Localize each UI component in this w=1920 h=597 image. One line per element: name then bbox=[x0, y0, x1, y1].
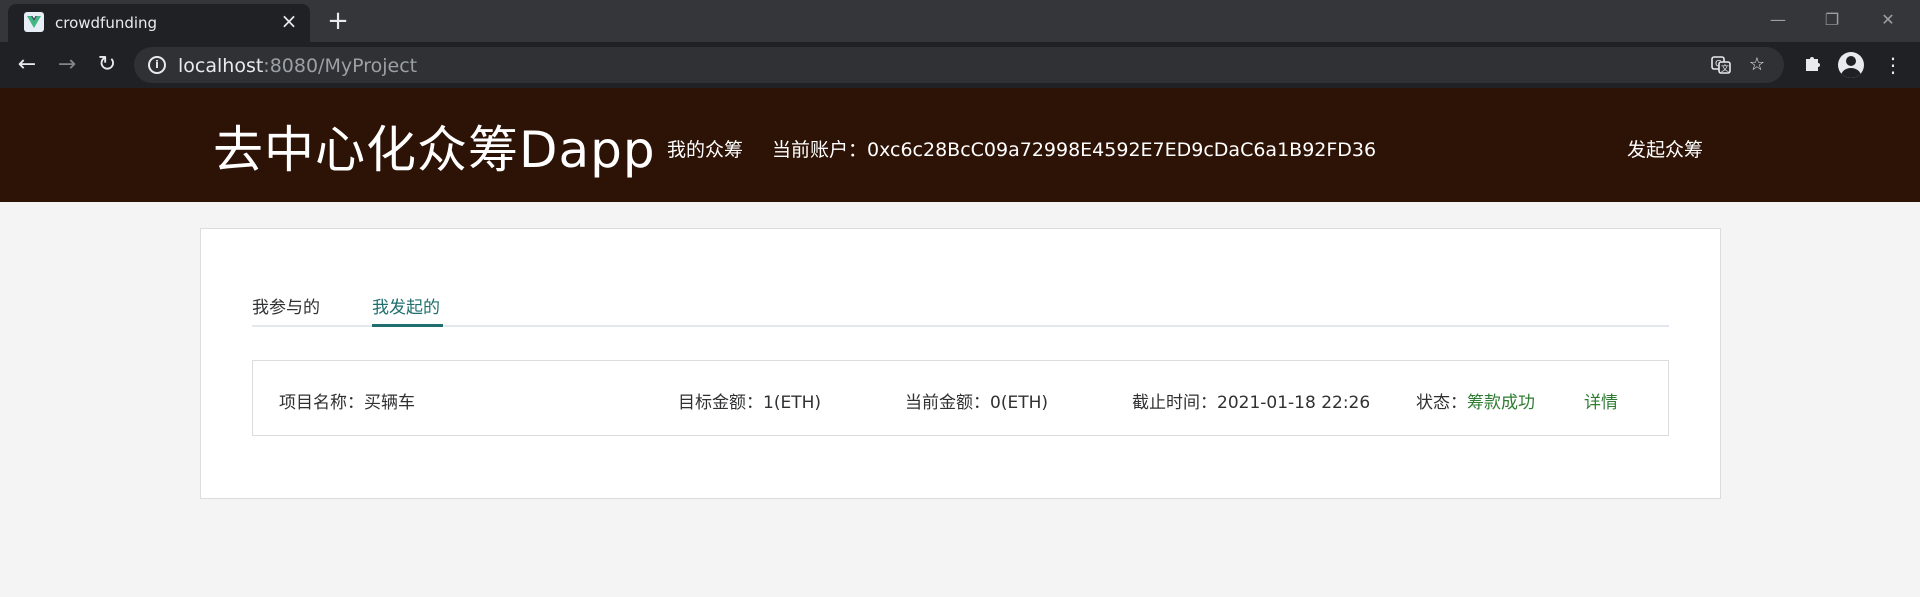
create-crowdfunding-link[interactable]: 发起众筹 bbox=[1627, 135, 1703, 162]
account-label: 当前账户： bbox=[772, 139, 868, 161]
forward-icon[interactable]: → bbox=[52, 50, 82, 80]
new-tab-icon[interactable]: + bbox=[324, 8, 352, 36]
menu-kebab-icon[interactable]: ⋮ bbox=[1880, 52, 1906, 78]
reload-icon[interactable]: ↻ bbox=[92, 50, 122, 80]
extensions-puzzle-icon[interactable] bbox=[1800, 52, 1826, 78]
app-title: 去中心化众筹Dapp bbox=[213, 121, 656, 179]
tab-initiated[interactable]: 我发起的 bbox=[372, 293, 440, 318]
main-card: 我参与的 我发起的 项目名称：买辆车 目标金额：1(ETH) 当前金额：0(ET… bbox=[200, 228, 1721, 499]
svg-text:文: 文 bbox=[1721, 63, 1729, 73]
restore-icon[interactable]: ❐ bbox=[1812, 6, 1852, 34]
browser-titlebar: crowdfunding × + — ❐ ✕ bbox=[0, 0, 1920, 42]
app-header: 去中心化众筹Dapp 我的众筹 当前账户：0xc6c28BcC09a72998E… bbox=[0, 88, 1920, 202]
bookmark-star-icon[interactable]: ☆ bbox=[1746, 54, 1768, 76]
active-tab-indicator bbox=[372, 324, 443, 327]
minimize-icon[interactable]: — bbox=[1758, 6, 1798, 34]
current-account: 当前账户：0xc6c28BcC09a72998E4592E7ED9cDaC6a1… bbox=[772, 135, 1376, 162]
profile-avatar-icon[interactable] bbox=[1838, 52, 1864, 78]
project-status: 状态：筹款成功 bbox=[1416, 393, 1535, 413]
project-name: 项目名称：买辆车 bbox=[279, 393, 415, 413]
account-address: 0xc6c28BcC09a72998E4592E7ED9cDaC6a1B92FD… bbox=[867, 139, 1377, 161]
window-close-icon[interactable]: ✕ bbox=[1868, 6, 1908, 34]
url-text: localhost:8080/MyProject bbox=[178, 55, 418, 77]
browser-tab[interactable]: crowdfunding × bbox=[8, 4, 310, 42]
nav-my-crowdfunding[interactable]: 我的众筹 bbox=[667, 135, 743, 162]
browser-toolbar: ← → ↻ i localhost:8080/MyProject G 文 ☆ ⋮ bbox=[0, 42, 1920, 88]
deadline: 截止时间：2021-01-18 22:26 bbox=[1132, 393, 1371, 413]
tab-participated[interactable]: 我参与的 bbox=[252, 293, 320, 318]
site-info-icon[interactable]: i bbox=[148, 56, 166, 74]
details-link[interactable]: 详情 bbox=[1584, 388, 1618, 413]
tab-close-icon[interactable]: × bbox=[278, 10, 300, 32]
tabs-divider bbox=[252, 325, 1669, 327]
status-badge: 筹款成功 bbox=[1467, 393, 1535, 413]
target-amount: 目标金额：1(ETH) bbox=[678, 393, 821, 413]
tab-title: crowdfunding bbox=[55, 14, 158, 32]
address-bar[interactable]: i localhost:8080/MyProject G 文 ☆ bbox=[134, 47, 1784, 83]
project-tabs: 我参与的 我发起的 bbox=[252, 229, 1669, 329]
back-icon[interactable]: ← bbox=[12, 50, 42, 80]
project-item: 项目名称：买辆车 目标金额：1(ETH) 当前金额：0(ETH) 截止时间：20… bbox=[252, 360, 1669, 436]
translate-icon[interactable]: G 文 bbox=[1710, 54, 1732, 76]
current-amount: 当前金额：0(ETH) bbox=[905, 393, 1048, 413]
site-favicon-icon bbox=[24, 12, 44, 32]
